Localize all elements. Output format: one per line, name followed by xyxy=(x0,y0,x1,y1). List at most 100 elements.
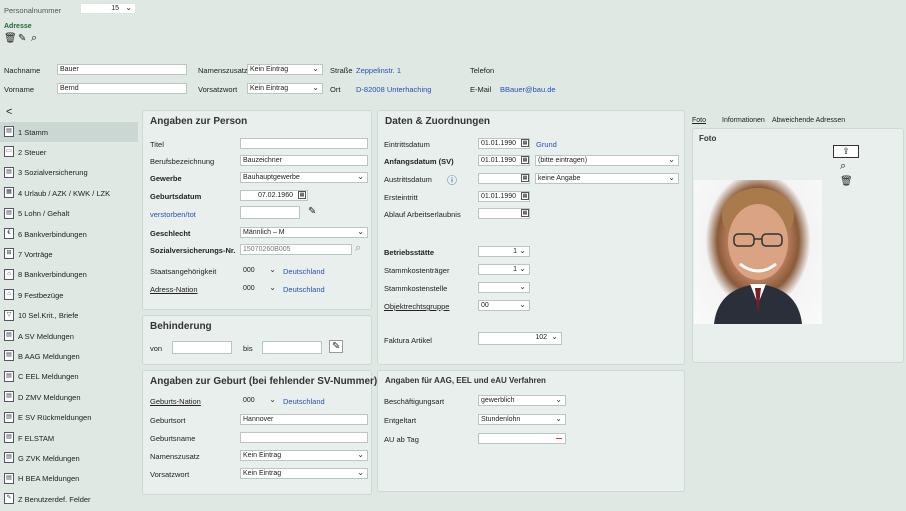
sidebar-item-label: 2 Steuer xyxy=(18,147,47,157)
trade-label: Gewerbe xyxy=(150,174,182,183)
titel-input[interactable] xyxy=(240,138,368,149)
upload-photo-button[interactable]: ⇪ xyxy=(833,145,859,158)
sidebar-item-label: F ELSTAM xyxy=(18,433,55,443)
name-suffix-select[interactable]: Kein Eintrag ⌄ xyxy=(247,64,323,75)
sidebar-item-label: 10 Sel.Krit., Briefe xyxy=(18,311,79,321)
svnr-input[interactable]: 15070260B005 xyxy=(240,244,352,255)
address-label: Adresse xyxy=(4,23,32,30)
chevron-down-icon: ⌄ xyxy=(551,332,558,341)
tab-foto[interactable]: Foto xyxy=(692,117,706,124)
sidebar-item[interactable]: ▤ C EEL Meldungen xyxy=(0,367,138,387)
sidebar-item-label: 3 Sozialversicherung xyxy=(18,168,88,178)
search-icon[interactable]: ⌕ xyxy=(31,32,37,45)
sidebar-item[interactable]: €6 Bankverbindungen xyxy=(0,224,138,244)
invoice-article-select[interactable]: 102 ⌄ xyxy=(478,332,562,345)
personnel-number-select[interactable]: 15 ⌄ xyxy=(80,3,136,14)
edit-icon[interactable]: ✎ xyxy=(329,340,344,353)
disability-from-input[interactable] xyxy=(172,341,232,354)
start-reason-select[interactable]: (bitte eintragen) ⌄ xyxy=(535,155,679,166)
city-label: Ort xyxy=(330,85,341,94)
sidebar-item[interactable]: ▭ 2 Steuer xyxy=(0,142,138,162)
sidebar-item[interactable]: ⌂ 8 Bankverbindungen xyxy=(0,265,138,285)
address-nation-select[interactable]: 000 ⌄ xyxy=(240,283,280,294)
sidebar-item-label: H BEA Meldungen xyxy=(18,474,80,484)
collapse-sidebar-button[interactable]: < xyxy=(6,106,12,118)
cost-center-select[interactable]: ⌄ xyxy=(478,282,530,293)
chevron-down-icon: ⌄ xyxy=(312,83,319,92)
info-icon[interactable]: ⓘ xyxy=(447,172,457,187)
sidebar-item[interactable]: ✎ Z Benutzerdef. Felder xyxy=(0,489,138,509)
grid-icon: ⊞ xyxy=(4,248,14,260)
object-group-select[interactable]: 00 ⌄ xyxy=(478,300,530,311)
sidebar-item[interactable]: ▤ 5 Lohn / Gehalt xyxy=(0,204,138,224)
sidebar-item[interactable]: ▤ 1 Stamm xyxy=(0,122,138,142)
sidebar-item-label: A SV Meldungen xyxy=(18,331,74,341)
chevron-down-icon: ⌄ xyxy=(357,450,364,459)
sidebar-item[interactable]: ⊞ 7 Vorträge xyxy=(0,244,138,264)
deceased-link[interactable]: verstorben/tot xyxy=(150,210,196,219)
sidebar-item[interactable]: ▤ B AAG Meldungen xyxy=(0,346,138,366)
gender-select[interactable]: Männlich – M ⌄ xyxy=(240,227,368,238)
street-link[interactable]: Zeppelinstr. 1 xyxy=(356,66,401,75)
required-marker xyxy=(556,438,562,439)
search-icon[interactable]: ⌕ xyxy=(840,160,846,173)
city-link[interactable]: D-82008 Unterhaching xyxy=(356,85,431,94)
chevron-down-icon: ⌄ xyxy=(668,155,675,164)
search-icon[interactable]: ⌕ xyxy=(355,242,361,255)
sidebar-item[interactable]: ⌂ 9 Festbezüge xyxy=(0,285,138,305)
prefix-select[interactable]: Kein Eintrag ⌄ xyxy=(247,83,323,94)
pay-type-select[interactable]: Stundenlohn ⌄ xyxy=(478,414,566,425)
employment-type-select[interactable]: gewerblich ⌄ xyxy=(478,395,566,406)
birth-suffix-select[interactable]: Kein Eintrag ⌄ xyxy=(240,450,368,461)
calendar-icon[interactable]: ▦ xyxy=(521,174,529,182)
birth-place-input[interactable]: Hannover xyxy=(240,414,368,425)
deceased-input[interactable] xyxy=(240,206,300,219)
exit-reason-select[interactable]: keine Angabe ⌄ xyxy=(535,173,679,184)
trade-select[interactable]: Bauhauptgewerbe ⌄ xyxy=(240,172,368,183)
job-input[interactable]: Bauzeichner xyxy=(240,155,368,166)
entry-reason-link[interactable]: Grund xyxy=(536,140,557,149)
birth-nation-label: Geburts-Nation xyxy=(150,397,201,406)
site-label: Betriebsstätte xyxy=(384,248,435,257)
trash-icon[interactable]: 🗑 xyxy=(840,176,853,187)
calendar-icon[interactable]: ▦ xyxy=(298,191,306,199)
trash-icon[interactable]: 🗑 xyxy=(4,33,17,44)
edit-icon[interactable]: ✎ xyxy=(18,33,26,44)
au-day-input[interactable] xyxy=(478,433,566,444)
site-select[interactable]: 1 ⌄ xyxy=(478,246,530,257)
lastname-input[interactable]: Bauer xyxy=(57,64,187,75)
sidebar-item[interactable]: ▤ A SV Meldungen xyxy=(0,326,138,346)
email-link[interactable]: BBauer@bau.de xyxy=(500,85,556,94)
sidebar-item[interactable]: ▤ E SV Rückmeldungen xyxy=(0,408,138,428)
sidebar-item[interactable]: ▦ 4 Urlaub / AZK / KWK / LZK xyxy=(0,183,138,203)
firstname-input[interactable]: Bernd xyxy=(57,83,187,94)
cost-carrier-select[interactable]: 1 ⌄ xyxy=(478,264,530,275)
birth-nation-select[interactable]: 000 ⌄ xyxy=(240,395,280,406)
nationality-label: Staatsangehörigkeit xyxy=(150,267,217,276)
chevron-down-icon: ⌄ xyxy=(668,173,675,182)
sidebar-item-label: B AAG Meldungen xyxy=(18,351,80,361)
edit-icon[interactable]: ✎ xyxy=(308,206,316,217)
address-nation-name-link[interactable]: Deutschland xyxy=(283,285,325,294)
calendar-icon[interactable]: ▦ xyxy=(521,139,529,147)
birth-name-input[interactable] xyxy=(240,432,368,443)
sidebar-item[interactable]: ▤ G ZVK Meldungen xyxy=(0,448,138,468)
calendar-icon[interactable]: ▦ xyxy=(521,209,529,217)
calendar-icon[interactable]: ▦ xyxy=(521,156,529,164)
nationality-select[interactable]: 000 ⌄ xyxy=(240,265,280,276)
birth-nation-name-link[interactable]: Deutschland xyxy=(283,397,325,406)
tab-abweichende-adressen[interactable]: Abweichende Adressen xyxy=(772,117,845,124)
sidebar-item[interactable]: ▤ D ZMV Meldungen xyxy=(0,387,138,407)
chevron-down-icon: ⌄ xyxy=(125,3,132,12)
birth-name-label: Geburtsname xyxy=(150,434,196,443)
birth-prefix-select[interactable]: Kein Eintrag ⌄ xyxy=(240,468,368,479)
sidebar-item[interactable]: ▤ F ELSTAM xyxy=(0,428,138,448)
sidebar-item[interactable]: ▤ 3 Sozialversicherung xyxy=(0,163,138,183)
tab-informationen[interactable]: Informationen xyxy=(722,117,765,124)
sidebar-item[interactable]: ▽ 10 Sel.Krit., Briefe xyxy=(0,306,138,326)
disability-to-input[interactable] xyxy=(262,341,322,354)
calendar-icon[interactable]: ▦ xyxy=(521,192,529,200)
nationality-name-link[interactable]: Deutschland xyxy=(283,267,325,276)
sidebar-item[interactable]: ▤ H BEA Meldungen xyxy=(0,469,138,489)
chevron-down-icon: ⌄ xyxy=(519,282,526,291)
